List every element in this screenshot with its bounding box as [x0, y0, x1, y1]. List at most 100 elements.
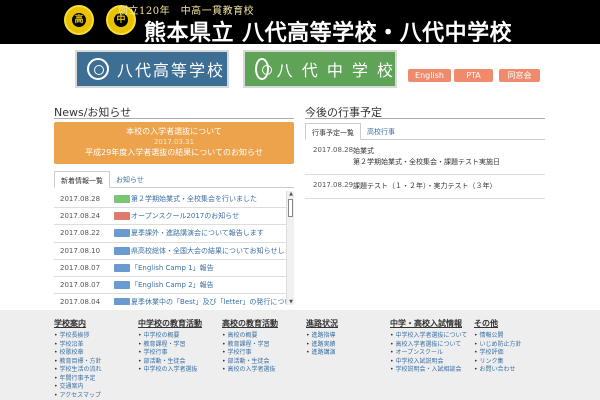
- news-section-title: News/お知らせ: [54, 104, 294, 119]
- news-list[interactable]: 2017.08.28 第２学期始業式・全校集会を行いました 2017.08.24 オー…: [54, 191, 294, 305]
- footer-link[interactable]: 高校入学者選抜について: [390, 341, 467, 350]
- site-header: 高 中 創立120年 中高一貫教育校 熊本県立 八代高等学校・八代中学校: [0, 0, 600, 47]
- footer-column: 中学・高校入試情報中学校入学者選抜について高校入学者選抜についてオープンスクール…: [390, 318, 467, 375]
- site-title[interactable]: 熊本県立 八代高等学校・八代中学校: [144, 15, 512, 47]
- footer-link[interactable]: 進路講演: [306, 349, 338, 358]
- news-date: 2017.08.28: [60, 195, 101, 204]
- site-footer: 学校案内学校長挨拶学校沿革校歌校章教育目標・方針学校生活の流れ年間行事予定交通案…: [0, 310, 600, 400]
- schedule-event: 課題テスト（１・２年）・実力テスト（３年）: [353, 182, 497, 190]
- featured-news-title: 本校の入学者選抜について: [126, 127, 222, 136]
- footer-link[interactable]: 中学校の入学者選抜: [138, 366, 202, 375]
- footer-link[interactable]: 高校の概要: [222, 332, 278, 341]
- news-link[interactable]: 夏季課外・進路講演会について報告します: [131, 228, 294, 238]
- schedule-body: 課題テスト（１・２年）・実力テスト（３年）: [353, 181, 497, 192]
- schedule-list: 2017.08.28 始業式 第２学期始業式・全校集会・課題テスト実施日 2017.0…: [305, 140, 545, 199]
- footer-link[interactable]: 進路指導: [306, 332, 338, 341]
- schedule-event: 始業式: [353, 147, 374, 155]
- footer-link[interactable]: 学校生活の流れ: [54, 366, 101, 375]
- footer-link[interactable]: 情報公開: [474, 332, 521, 341]
- news-row[interactable]: 2017.08.28 第２学期始業式・全校集会を行いました: [54, 191, 294, 209]
- news-row[interactable]: 2017.08.10 県高校総体・全国大会の結果についてお知らせします: [54, 243, 294, 260]
- footer-link[interactable]: 中学校入学者選抜について: [390, 332, 467, 341]
- footer-column-title[interactable]: 中学校の教育活動: [138, 318, 202, 329]
- footer-link[interactable]: お問い合わせ: [474, 366, 521, 375]
- news-row[interactable]: 2017.08.04 夏季休業中の「Best」及び「letter」の発行について（…: [54, 294, 294, 305]
- footer-column: 高校の教育活動高校の概要教育課程・学習学校行事部活動・生徒会高校の入学者選抜: [222, 318, 278, 375]
- footer-link[interactable]: いじめ防止方針: [474, 341, 521, 350]
- footer-link[interactable]: 中学校の概要: [138, 332, 202, 341]
- schedule-tabs: 行事予定一覧 高校行事: [305, 123, 545, 140]
- footer-link[interactable]: 学校評価: [474, 349, 521, 358]
- footer-link[interactable]: 校歌校章: [54, 349, 101, 358]
- tab-all-news[interactable]: 新着情報一覧: [54, 171, 110, 188]
- alumni-link-button[interactable]: 同窓会: [499, 69, 540, 82]
- footer-link[interactable]: 学校説明会・入試相談会: [390, 366, 467, 375]
- news-date: 2017.08.07: [60, 263, 101, 272]
- news-link[interactable]: オープンスクール2017のお知らせ: [131, 211, 294, 221]
- footer-column-title[interactable]: 高校の教育活動: [222, 318, 278, 329]
- schedule-section-title: 今後の行事予定: [305, 104, 545, 119]
- news-row[interactable]: 2017.08.07 「English Camp 1」報告: [54, 260, 294, 277]
- footer-link[interactable]: 中学校入試説明会: [390, 358, 467, 367]
- footer-link[interactable]: 教育課程・学習: [222, 341, 278, 350]
- schedule-date: 2017.08.28: [313, 146, 354, 154]
- tab-high-school-events[interactable]: 高校行事: [361, 123, 401, 139]
- schedule-row[interactable]: 2017.08.28 始業式 第２学期始業式・全校集会・課題テスト実施日: [305, 140, 545, 175]
- footer-link[interactable]: 部活動・生徒会: [222, 358, 278, 367]
- category-badge: [114, 263, 130, 272]
- tab-event-list[interactable]: 行事予定一覧: [305, 123, 361, 140]
- news-link[interactable]: 県高校総体・全国大会の結果についてお知らせします: [131, 246, 294, 256]
- featured-news-text: 平成29年度入学者選抜の結果についてのお知らせ: [85, 148, 263, 157]
- scrollbar-thumb[interactable]: [288, 199, 293, 217]
- footer-column-title[interactable]: 学校案内: [54, 318, 101, 329]
- news-link[interactable]: 「English Camp 2」報告: [131, 280, 294, 290]
- footer-link[interactable]: 年間行事予定: [54, 375, 101, 384]
- footer-column-title[interactable]: その他: [474, 318, 521, 329]
- featured-news[interactable]: 本校の入学者選抜について 2017.03.31 平成29年度入学者選抜の結果につ…: [54, 122, 294, 164]
- news-date: 2017.08.24: [60, 212, 101, 221]
- scroll-down-icon[interactable]: ▼: [288, 299, 294, 305]
- footer-link[interactable]: アクセスマップ: [54, 392, 101, 400]
- news-row[interactable]: 2017.08.07 「English Camp 2」報告: [54, 277, 294, 295]
- middle-school-banner[interactable]: 八 代 中 学 校: [243, 50, 397, 88]
- footer-link[interactable]: 学校沿革: [54, 341, 101, 350]
- news-link[interactable]: 夏季休業中の「Best」及び「letter」の発行について（生徒会・図書委員会よ…: [131, 297, 294, 305]
- news-link[interactable]: 「English Camp 1」報告: [131, 263, 294, 273]
- footer-link[interactable]: 高校の入学者選抜: [222, 366, 278, 375]
- footer-link[interactable]: 教育目標・方針: [54, 358, 101, 367]
- scroll-up-icon[interactable]: ▲: [288, 191, 294, 197]
- footer-link[interactable]: 学校行事: [222, 349, 278, 358]
- footer-link[interactable]: 学校行事: [138, 349, 202, 358]
- pta-link-button[interactable]: PTA: [454, 69, 493, 82]
- middle-school-emblem-icon: [255, 58, 272, 80]
- footer-link[interactable]: 交通案内: [54, 383, 101, 392]
- english-link-button[interactable]: English: [408, 69, 451, 82]
- category-badge: [114, 229, 130, 238]
- footer-link[interactable]: オープンスクール: [390, 349, 467, 358]
- footer-column: 進路状況進路指導進路実績進路講演: [306, 318, 338, 358]
- news-row[interactable]: 2017.08.24 オープンスクール2017のお知らせ: [54, 208, 294, 226]
- footer-column-title[interactable]: 中学・高校入試情報: [390, 318, 467, 329]
- news-scrollbar[interactable]: ▲ ▼: [286, 191, 294, 305]
- schedule-row[interactable]: 2017.08.29 課題テスト（１・２年）・実力テスト（３年）: [305, 175, 545, 199]
- high-school-banner[interactable]: 八代高等学校: [75, 50, 229, 88]
- footer-link[interactable]: 進路実績: [306, 341, 338, 350]
- news-date: 2017.08.04: [60, 298, 101, 305]
- footer-column: 学校案内学校長挨拶学校沿革校歌校章教育目標・方針学校生活の流れ年間行事予定交通案…: [54, 318, 101, 400]
- news-date: 2017.08.10: [60, 246, 101, 255]
- schedule-body: 始業式 第２学期始業式・全校集会・課題テスト実施日: [353, 146, 500, 168]
- news-date: 2017.08.07: [60, 281, 101, 290]
- news-date: 2017.08.22: [60, 229, 101, 238]
- category-badge: [114, 281, 130, 290]
- news-link[interactable]: 第２学期始業式・全校集会を行いました: [131, 194, 294, 204]
- footer-link[interactable]: 教育課程・学習: [138, 341, 202, 350]
- tab-notices[interactable]: お知らせ: [110, 171, 150, 187]
- footer-link[interactable]: リンク集: [474, 358, 521, 367]
- featured-news-date: 2017.03.31: [153, 138, 195, 146]
- footer-link[interactable]: 部活動・生徒会: [138, 358, 202, 367]
- category-badge: [114, 212, 130, 221]
- footer-link[interactable]: 学校長挨拶: [54, 332, 101, 341]
- footer-column-title[interactable]: 進路状況: [306, 318, 338, 329]
- news-row[interactable]: 2017.08.22 夏季課外・進路講演会について報告します: [54, 225, 294, 243]
- high-school-emblem-icon: [87, 58, 109, 80]
